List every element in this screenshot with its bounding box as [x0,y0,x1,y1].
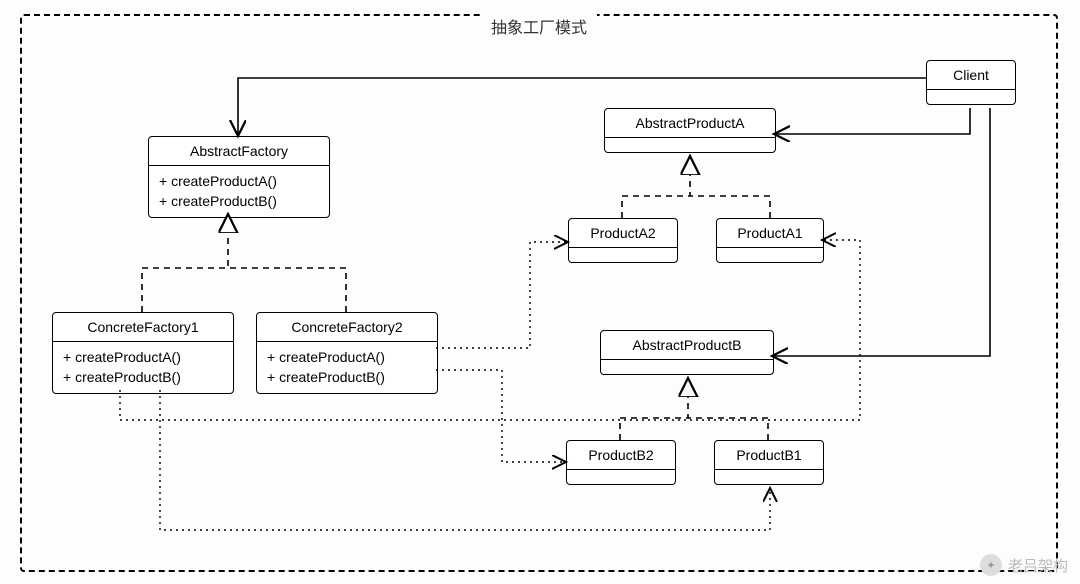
concrete-factory-2-name: ConcreteFactory2 [257,313,437,342]
cf1-op2: + createProductB() [63,368,223,388]
node-client-name: Client [927,61,1015,90]
watermark-text: 老吕架构 [1008,555,1068,576]
node-concrete-factory-1: ConcreteFactory1 + createProductA() + cr… [52,312,234,394]
product-b1-name: ProductB1 [715,441,823,470]
abstract-factory-op1: + createProductA() [159,172,319,192]
wechat-icon: ✦ [980,554,1002,576]
pattern-title: 抽象工厂模式 [481,14,597,38]
abstract-product-b-name: AbstractProductB [601,331,773,360]
node-product-b1: ProductB1 [714,440,824,485]
node-abstract-factory: AbstractFactory + createProductA() + cre… [148,136,330,218]
node-abstract-product-a: AbstractProductA [604,108,776,153]
node-product-a2: ProductA2 [568,218,678,263]
product-a2-name: ProductA2 [569,219,677,248]
node-client: Client [926,60,1016,105]
node-concrete-factory-2: ConcreteFactory2 + createProductA() + cr… [256,312,438,394]
node-abstract-product-b: AbstractProductB [600,330,774,375]
watermark: ✦ 老吕架构 [980,554,1068,576]
cf2-op2: + createProductB() [267,368,427,388]
product-a1-name: ProductA1 [717,219,823,248]
concrete-factory-1-name: ConcreteFactory1 [53,313,233,342]
cf1-op1: + createProductA() [63,348,223,368]
abstract-factory-op2: + createProductB() [159,192,319,212]
abstract-factory-name: AbstractFactory [149,137,329,166]
diagram-canvas: 抽象工厂模式 Client AbstractFactory + createPr… [0,0,1080,584]
node-product-b2: ProductB2 [566,440,676,485]
cf2-op1: + createProductA() [267,348,427,368]
abstract-product-a-name: AbstractProductA [605,109,775,138]
pattern-frame: 抽象工厂模式 [20,14,1058,572]
node-product-a1: ProductA1 [716,218,824,263]
product-b2-name: ProductB2 [567,441,675,470]
